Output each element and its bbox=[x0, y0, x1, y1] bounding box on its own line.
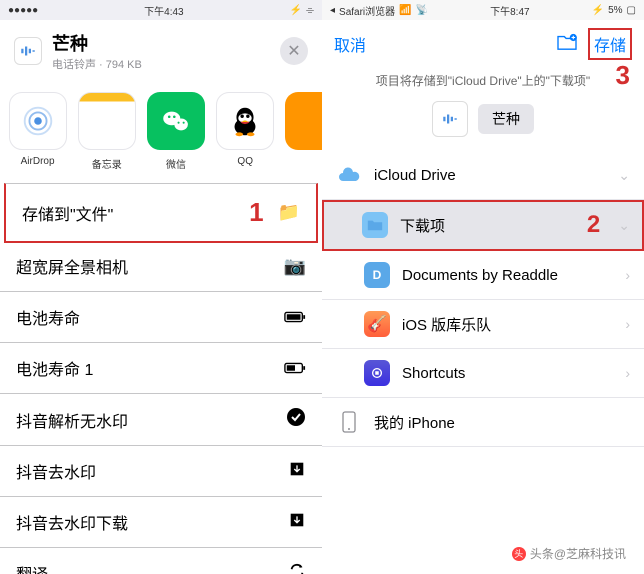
save-to-files-action[interactable]: 存储到"文件" 1📁 bbox=[4, 183, 318, 243]
chevron-right-icon: › bbox=[625, 316, 630, 332]
status-bar: ●●●●● 下午4:43 ⚡⌯ bbox=[0, 0, 322, 20]
translate-action[interactable]: 翻译 bbox=[0, 548, 322, 574]
annotation-2: 2 bbox=[587, 211, 600, 239]
garageband-item[interactable]: 🎸 iOS 版库乐队 › bbox=[322, 300, 644, 349]
qq-icon bbox=[216, 92, 274, 150]
new-folder-button[interactable] bbox=[556, 33, 578, 56]
share-apps-row: AirDrop 备忘录 微信 QQ bbox=[0, 82, 322, 185]
documents-readdle-item[interactable]: D Documents by Readdle › bbox=[322, 251, 644, 300]
folder-icon: 📁 bbox=[278, 202, 300, 223]
folder-blue-icon bbox=[362, 212, 388, 238]
more-icon bbox=[285, 92, 322, 150]
nav-bar: 取消 存储 bbox=[322, 20, 644, 68]
battery-life-action[interactable]: 电池寿命 bbox=[0, 292, 322, 343]
chevron-down-icon: ⌄ bbox=[618, 167, 630, 184]
check-icon bbox=[286, 407, 306, 432]
garageband-icon: 🎸 bbox=[364, 311, 390, 337]
file-icon bbox=[14, 37, 42, 65]
wechat-icon bbox=[147, 92, 205, 150]
action-list: 存储到"文件" 1📁 超宽屏全景相机 📷 电池寿命 电池寿命 1 抖音解析无水印… bbox=[0, 183, 322, 574]
share-sheet-screen: ●●●●● 下午4:43 ⚡⌯ 芒种 电话铃声 · 794 KB ✕ AirDr… bbox=[0, 0, 322, 574]
qq-share[interactable]: QQ bbox=[212, 92, 279, 171]
panorama-camera-action[interactable]: 超宽屏全景相机 📷 bbox=[0, 241, 322, 292]
sheet-header: 芒种 电话铃声 · 794 KB ✕ bbox=[0, 20, 322, 82]
icloud-drive-item[interactable]: iCloud Drive ⌄ bbox=[322, 151, 644, 200]
status-bar: ◂Safari浏览器📶📡 下午8:47 ⚡5%▢ bbox=[322, 0, 644, 20]
shortcuts-item[interactable]: Shortcuts › bbox=[322, 349, 644, 398]
file-preview: 芒种 bbox=[322, 93, 644, 151]
refresh-icon bbox=[288, 562, 306, 574]
file-subtitle: 电话铃声 · 794 KB bbox=[52, 56, 270, 72]
chevron-right-icon: › bbox=[625, 365, 630, 381]
download-icon bbox=[288, 511, 306, 534]
cancel-button[interactable]: 取消 bbox=[334, 32, 366, 56]
battery-life-1-action[interactable]: 电池寿命 1 bbox=[0, 343, 322, 394]
notes-share[interactable]: 备忘录 bbox=[73, 92, 140, 171]
watermark: 头 头条@芝麻科技讯 bbox=[506, 543, 632, 564]
battery-half-icon bbox=[284, 358, 306, 379]
download-icon bbox=[288, 460, 306, 483]
my-iphone-item[interactable]: 我的 iPhone bbox=[322, 398, 644, 447]
airdrop-share[interactable]: AirDrop bbox=[4, 92, 71, 171]
annotation-3: 3 bbox=[616, 60, 630, 91]
douyin-dewm-dl-action[interactable]: 抖音去水印下载 bbox=[0, 497, 322, 548]
battery-icon bbox=[284, 307, 306, 328]
more-share[interactable] bbox=[281, 92, 322, 171]
wechat-share[interactable]: 微信 bbox=[142, 92, 209, 171]
save-button[interactable]: 存储 bbox=[588, 28, 632, 60]
douyin-parse-action[interactable]: 抖音解析无水印 bbox=[0, 394, 322, 446]
douyin-dewm-action[interactable]: 抖音去水印 bbox=[0, 446, 322, 497]
doc-icon: D bbox=[364, 262, 390, 288]
cloud-icon bbox=[336, 162, 362, 188]
close-button[interactable]: ✕ bbox=[280, 37, 308, 65]
camera-icon: 📷 bbox=[284, 256, 306, 277]
chevron-right-icon: › bbox=[625, 267, 630, 283]
file-title: 芒种 bbox=[52, 30, 270, 56]
file-name-chip[interactable]: 芒种 bbox=[478, 104, 534, 134]
save-description: 项目将存储到"iCloud Drive"上的"下载项" bbox=[322, 68, 644, 93]
shortcuts-icon bbox=[364, 360, 390, 386]
location-list: iCloud Drive ⌄ 下载项 2 ⌄ D Documents by Re… bbox=[322, 151, 644, 447]
watermark-icon: 头 bbox=[512, 547, 526, 561]
notes-icon bbox=[78, 92, 136, 150]
chevron-down-icon: ⌄ bbox=[618, 217, 630, 234]
airdrop-icon bbox=[9, 92, 67, 150]
iphone-icon bbox=[336, 409, 362, 435]
file-thumb-icon bbox=[432, 101, 468, 137]
save-location-screen: ◂Safari浏览器📶📡 下午8:47 ⚡5%▢ 取消 存储 项目将存储到"iC… bbox=[322, 0, 644, 574]
downloads-item[interactable]: 下载项 2 ⌄ bbox=[322, 200, 644, 251]
